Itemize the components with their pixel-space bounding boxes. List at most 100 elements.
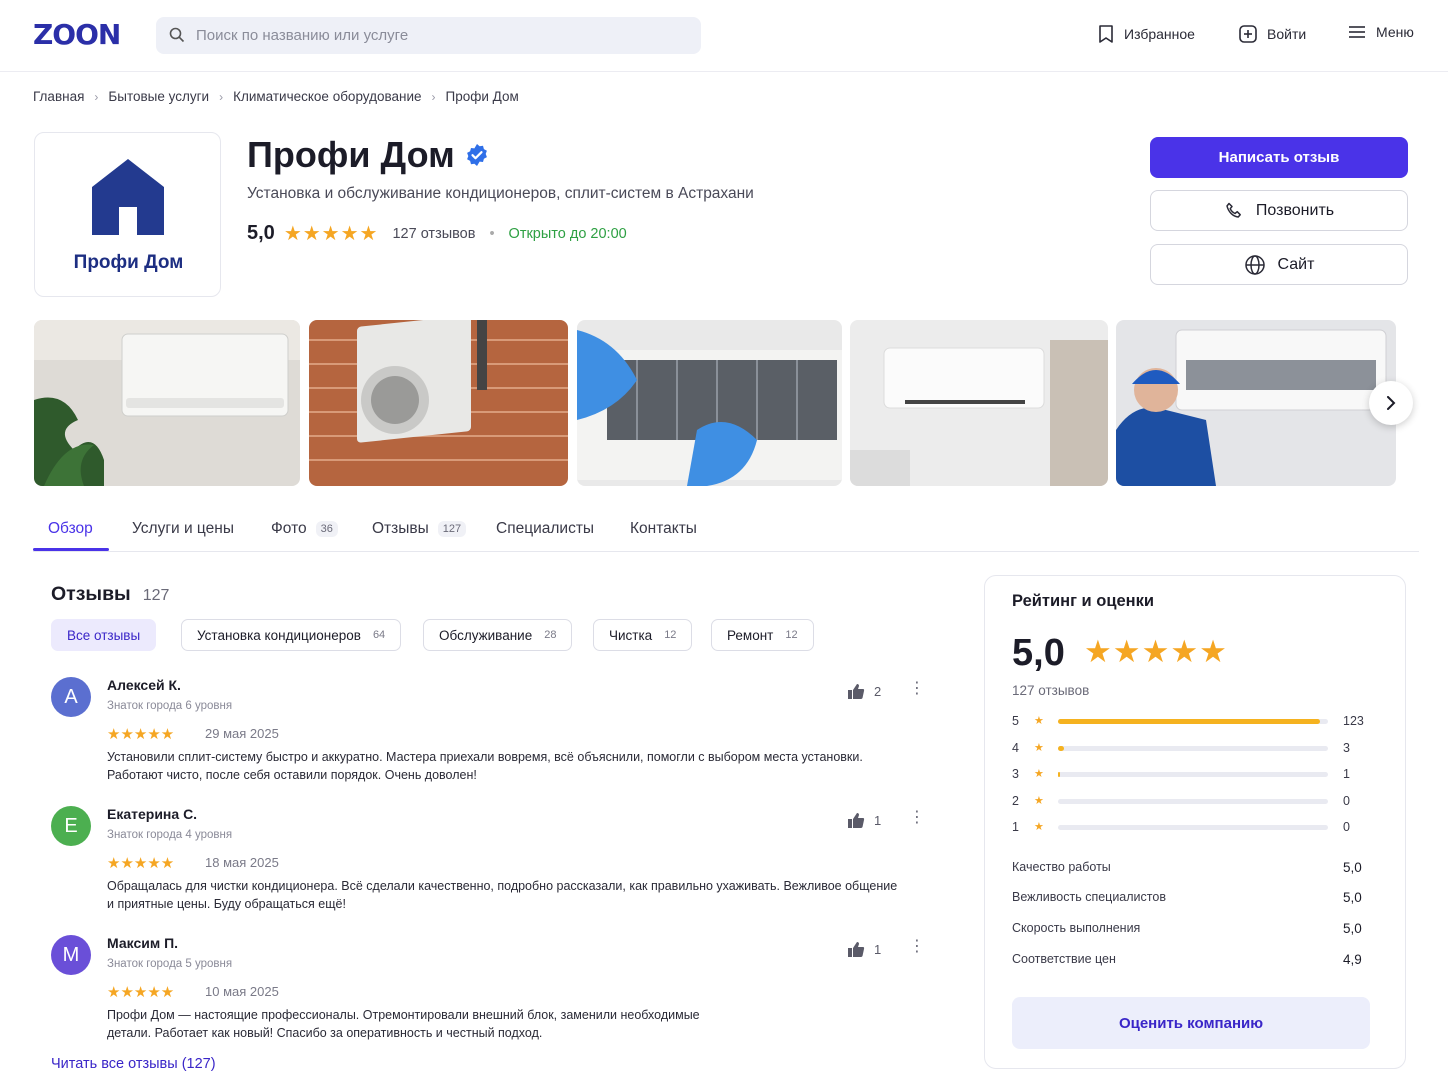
criterion-row: Вежливость специалистов 5,0	[1012, 890, 1382, 905]
star-icon: ★	[1034, 715, 1044, 727]
tab-services[interactable]: Услуги и цены	[132, 520, 234, 538]
like-count: 1	[874, 942, 882, 957]
login-link[interactable]: Войти	[1238, 24, 1306, 44]
rating-stars-icon: ★★★★★	[283, 223, 379, 245]
tab-label: Отзывы	[372, 520, 429, 537]
star-icon: ★	[1034, 742, 1044, 754]
tab-contacts[interactable]: Контакты	[630, 520, 697, 538]
filter-count: 12	[785, 629, 798, 641]
filter-installation[interactable]: Установка кондиционеров 64	[181, 619, 402, 651]
filter-label: Все отзывы	[67, 627, 141, 643]
dist-count: 1	[1343, 767, 1350, 781]
star-icon: ★	[1034, 795, 1044, 807]
criterion-label: Вежливость специалистов	[1012, 890, 1166, 904]
filter-cleaning[interactable]: Чистка 12	[593, 619, 693, 651]
search-input[interactable]	[196, 17, 686, 54]
breadcrumb-current: Профи Дом	[445, 89, 519, 104]
site-button[interactable]: Сайт	[1150, 244, 1408, 285]
avatar[interactable]: M	[51, 935, 91, 975]
reviewer-name[interactable]: Максим П.	[107, 935, 178, 951]
site-label: Сайт	[1277, 255, 1315, 273]
breadcrumb-item[interactable]: Климатическое оборудование	[233, 89, 421, 104]
breadcrumb: Главная › Бытовые услуги › Климатическое…	[33, 89, 519, 104]
reviewer-name[interactable]: Екатерина С.	[107, 806, 197, 822]
gallery-photo[interactable]	[309, 320, 568, 486]
hamburger-icon	[1349, 26, 1365, 38]
reviews-count-link[interactable]: 127 отзывов	[392, 226, 475, 242]
thumbs-up-icon	[848, 813, 865, 828]
filter-label: Чистка	[609, 627, 653, 643]
filter-repair[interactable]: Ремонт 12	[711, 619, 814, 651]
tab-photos[interactable]: Фото 36	[271, 520, 338, 538]
dist-level: 4	[1012, 741, 1019, 755]
call-button[interactable]: Позвонить	[1150, 190, 1408, 231]
tab-overview[interactable]: Обзор	[48, 520, 93, 538]
gallery-next-button[interactable]	[1369, 381, 1413, 425]
read-all-reviews-link[interactable]: Читать все отзывы (127)	[51, 1056, 216, 1072]
company-tabs: Обзор Услуги и цены Фото 36 Отзывы 127 Спе…	[33, 510, 1419, 552]
breadcrumb-item[interactable]: Бытовые услуги	[108, 89, 209, 104]
phone-icon	[1226, 202, 1241, 218]
rating-panel-title: Рейтинг и оценки	[1012, 592, 1155, 610]
avatar[interactable]: A	[51, 677, 91, 717]
search-bar[interactable]	[156, 17, 701, 54]
rate-company-button[interactable]: Оценить компанию	[1012, 997, 1370, 1049]
dist-bar-fill	[1058, 719, 1320, 724]
rating-distribution-row: 1 ★ 0	[1012, 820, 1382, 834]
tab-label: Специалисты	[496, 520, 595, 537]
gallery-photo[interactable]	[1116, 320, 1396, 486]
globe-icon	[1244, 254, 1265, 275]
open-status: Открыто до 20:00	[508, 225, 627, 242]
reviewer-name[interactable]: Алексей К.	[107, 677, 181, 693]
company-logo-text: Профи Дом	[73, 252, 184, 273]
gallery-photo[interactable]	[577, 320, 842, 486]
dist-level: 1	[1012, 820, 1019, 834]
menu-button[interactable]: Меню	[1347, 24, 1414, 40]
tab-specialists[interactable]: Специалисты	[496, 520, 594, 538]
like-count: 2	[874, 684, 882, 699]
filter-maintenance[interactable]: Обслуживание 28	[423, 619, 573, 651]
gallery-photo[interactable]	[34, 320, 300, 486]
review-stars-icon: ★★★★★	[107, 855, 175, 872]
separator-dot: •	[489, 225, 495, 242]
avatar[interactable]: E	[51, 806, 91, 846]
chevron-right-icon: ›	[94, 89, 99, 104]
filter-all-reviews[interactable]: Все отзывы	[51, 619, 157, 651]
filter-count: 28	[544, 629, 557, 641]
rating-distribution-row: 3 ★ 1	[1012, 767, 1382, 781]
house-logo-icon	[92, 159, 164, 235]
dist-bar-track	[1058, 825, 1328, 830]
company-rating-row: 5,0 ★★★★★ 127 отзывов • Открыто до 20:00	[247, 221, 627, 246]
more-options-icon[interactable]: ⋮	[909, 681, 925, 697]
search-icon	[169, 27, 185, 43]
review-date: 10 мая 2025	[205, 984, 279, 999]
reviewer-level: Знаток города 6 уровня	[107, 700, 233, 712]
criterion-row: Качество работы 5,0	[1012, 860, 1382, 875]
gallery-photo[interactable]	[850, 320, 1108, 486]
breadcrumb-item[interactable]: Главная	[33, 89, 84, 104]
write-review-button[interactable]: Написать отзыв	[1150, 137, 1408, 178]
company-logo-card: Профи Дом	[34, 132, 221, 297]
rating-distribution-row: 2 ★ 0	[1012, 794, 1382, 808]
like-button[interactable]: 1	[847, 941, 881, 958]
dist-level: 2	[1012, 794, 1019, 808]
criterion-value: 5,0	[1343, 890, 1362, 905]
zoon-logo[interactable]: ZOON	[33, 18, 121, 51]
dist-bar-fill	[1058, 772, 1061, 777]
like-button[interactable]: 2	[847, 683, 881, 700]
chevron-right-icon: ›	[219, 89, 224, 104]
rating-panel: Рейтинг и оценки 5,0 ★★★★★ 127 отзывов 5…	[984, 575, 1406, 1069]
criterion-label: Скорость выполнения	[1012, 921, 1141, 935]
reviews-count: 127	[142, 587, 170, 604]
rating-distribution-row: 4 ★ 3	[1012, 741, 1382, 755]
review-text: Установили сплит-систему быстро и аккура…	[107, 750, 863, 782]
like-button[interactable]: 1	[847, 812, 881, 829]
tab-reviews[interactable]: Отзывы 127	[372, 520, 467, 538]
dist-count: 123	[1343, 714, 1364, 728]
more-options-icon[interactable]: ⋮	[909, 810, 925, 826]
filter-label: Ремонт	[727, 627, 774, 643]
more-options-icon[interactable]: ⋮	[909, 939, 925, 955]
company-description: Установка и обслуживание кондиционеров, …	[247, 185, 754, 202]
top-header: ZOON Избранное Войти Меню	[0, 0, 1448, 72]
favorites-link[interactable]: Избранное	[1097, 24, 1195, 44]
